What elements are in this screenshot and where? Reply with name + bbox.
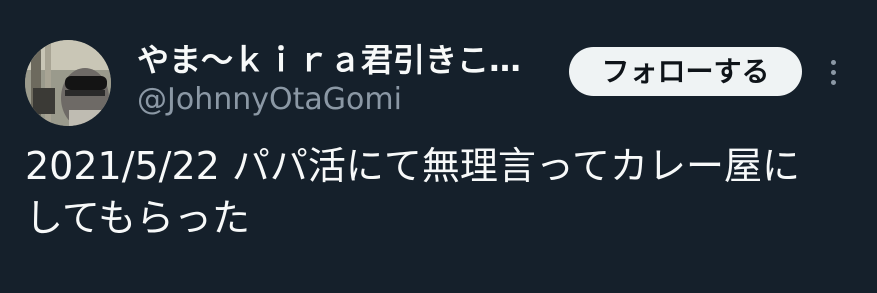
avatar-image: [25, 40, 111, 126]
author-handle[interactable]: @JohnnyOtaGomi: [137, 81, 402, 119]
more-options-icon: [831, 60, 836, 65]
tweet-text-line: してもらった: [25, 196, 250, 240]
tweet-card: やま〜ｋｉｒａ君引きこ… @JohnnyOtaGomi フォローする 2021/…: [0, 0, 877, 293]
more-options-icon: [831, 80, 836, 85]
avatar[interactable]: [25, 40, 111, 126]
more-options-button[interactable]: [818, 52, 848, 92]
tweet-text: 2021/5/22 パパ活にて無理言ってカレー屋に してもらった: [25, 140, 845, 244]
more-options-icon: [831, 70, 836, 75]
follow-button[interactable]: フォローする: [569, 47, 802, 96]
author-display-name[interactable]: やま〜ｋｉｒａ君引きこ…: [137, 40, 521, 80]
tweet-text-line: 2021/5/22 パパ活にて無理言ってカレー屋に: [25, 144, 801, 188]
